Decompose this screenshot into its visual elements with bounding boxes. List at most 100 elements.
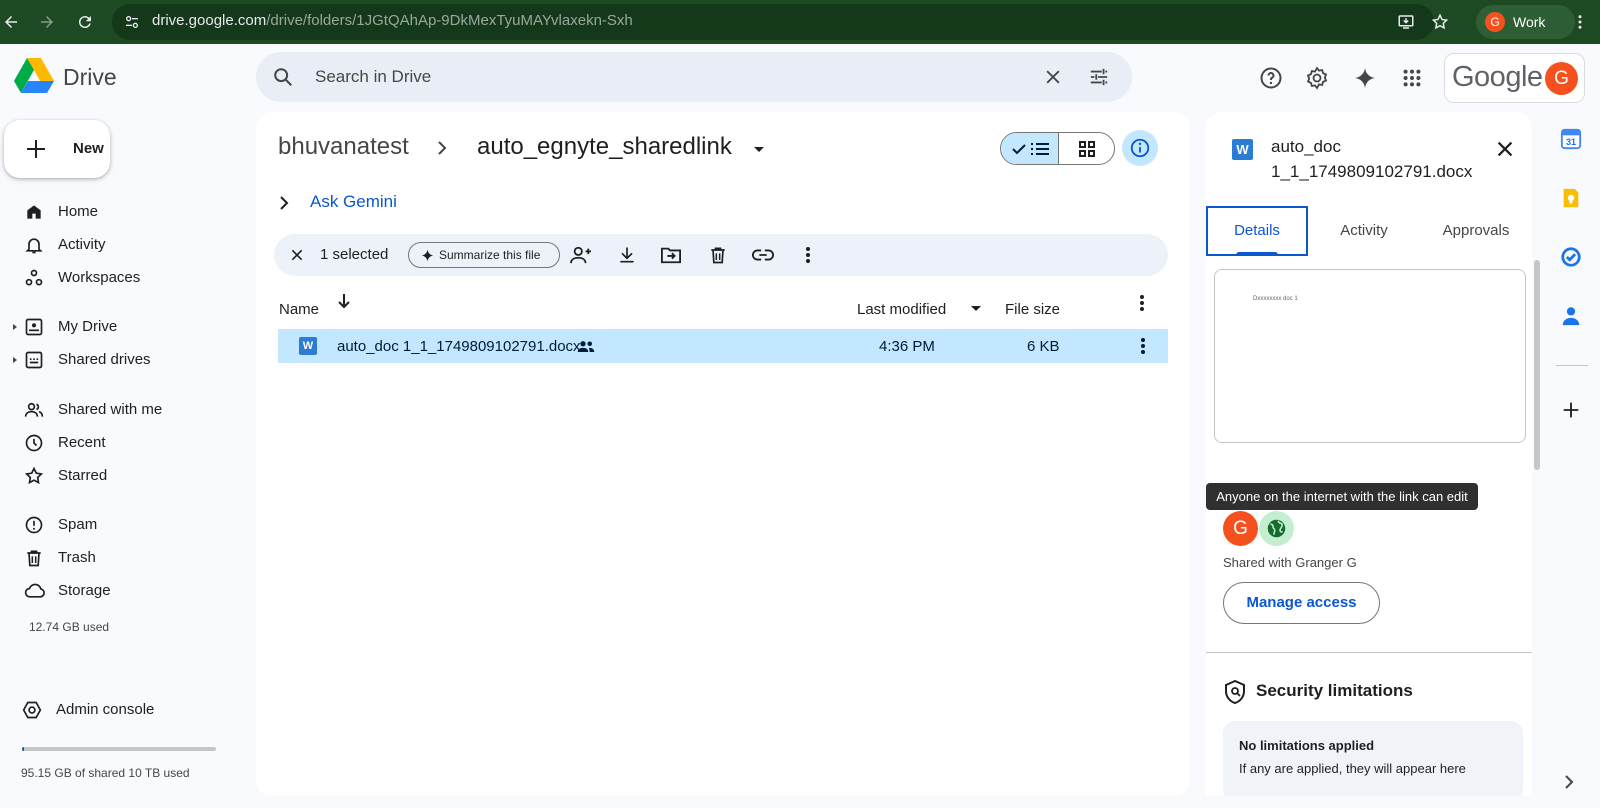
keep-icon[interactable] (1560, 187, 1584, 211)
details-scrollbar[interactable] (1534, 260, 1540, 470)
reload-icon[interactable] (72, 9, 98, 35)
clear-selection-icon[interactable] (286, 244, 308, 266)
forward-arrow-icon[interactable] (34, 9, 60, 35)
copy-link-icon[interactable] (752, 244, 774, 266)
close-details-icon[interactable] (1494, 138, 1516, 160)
sidebar-item-label: Shared with me (58, 401, 163, 418)
sidebar-item-label: Home (58, 203, 99, 220)
site-settings-icon[interactable] (119, 9, 145, 35)
shared-drives-icon (24, 350, 44, 370)
grid-view-icon (1079, 141, 1095, 157)
anyone-with-link-globe-icon[interactable] (1259, 511, 1294, 546)
file-size: 6 KB (1027, 338, 1060, 355)
sidebar-item-shared-with-me[interactable]: Shared with me (0, 394, 250, 426)
new-button-label: New (73, 140, 104, 157)
shared-storage-text: 95.15 GB of shared 10 TB used (21, 766, 190, 780)
expand-caret-icon[interactable] (13, 357, 17, 363)
sidebar-item-label: Storage (58, 582, 111, 599)
install-app-icon[interactable] (1393, 9, 1419, 35)
gemini-sparkle-icon[interactable] (1345, 58, 1385, 98)
share-add-person-icon[interactable] (570, 244, 592, 266)
sidebar-item-label: Admin console (56, 701, 155, 718)
sidebar-item-recent[interactable]: Recent (0, 427, 250, 459)
sidebar-item-workspaces[interactable]: Workspaces (0, 262, 250, 294)
sort-dropdown-icon[interactable] (971, 306, 981, 311)
column-header-name[interactable]: Name (279, 301, 319, 318)
active-tab-indicator (1236, 252, 1278, 255)
bookmark-star-icon[interactable] (1427, 9, 1453, 35)
sidebar-item-trash[interactable]: Trash (0, 542, 250, 574)
home-icon (24, 202, 44, 222)
shared-user-avatar[interactable]: G (1223, 511, 1258, 546)
column-options-icon[interactable] (1139, 294, 1145, 312)
apps-grid-icon[interactable] (1392, 58, 1432, 98)
contacts-icon[interactable] (1560, 305, 1584, 329)
calendar-icon[interactable]: 31 (1560, 128, 1584, 152)
tasks-icon[interactable] (1560, 246, 1584, 270)
show-side-panel-chevron-icon[interactable] (1560, 772, 1584, 796)
expand-chevron-icon (280, 196, 289, 210)
file-preview[interactable]: Dxxxxxxxx doc 1 (1214, 269, 1526, 443)
add-addon-plus-icon[interactable] (1560, 399, 1584, 423)
sidebar-item-storage[interactable]: Storage (0, 575, 250, 607)
admin-console-icon (22, 700, 42, 720)
search-options-icon[interactable] (1088, 67, 1110, 87)
google-account-chip[interactable]: Google G (1444, 53, 1585, 103)
download-icon[interactable] (616, 244, 638, 266)
breadcrumb-chevron-icon (436, 140, 448, 156)
tab-approvals[interactable]: Approvals (1424, 206, 1528, 256)
spam-icon (24, 515, 44, 535)
file-row[interactable]: W auto_doc 1_1_1749809102791.docx 4:36 P… (278, 329, 1168, 363)
grid-view-button[interactable] (1059, 133, 1114, 164)
details-title-line-2: 1_1_1749809102791.docx (1271, 162, 1473, 181)
browser-menu-icon[interactable] (1567, 9, 1593, 35)
breadcrumb-current[interactable]: auto_egnyte_sharedlink (477, 133, 732, 161)
search-icon[interactable] (272, 66, 294, 88)
sidebar-item-home[interactable]: Home (0, 196, 250, 228)
more-actions-icon[interactable] (797, 244, 819, 266)
tab-details[interactable]: Details (1206, 206, 1308, 256)
details-panel: W auto_doc 1_1_1749809102791.docx Detail… (1206, 112, 1532, 796)
search-bar[interactable]: Search in Drive (256, 52, 1132, 102)
sidebar-item-my-drive[interactable]: My Drive (0, 311, 250, 343)
expand-caret-icon[interactable] (13, 324, 17, 330)
cloud-icon (24, 581, 45, 601)
sidebar-item-spam[interactable]: Spam (0, 509, 250, 541)
sort-arrow-down-icon[interactable] (336, 292, 352, 310)
back-arrow-icon[interactable] (0, 9, 24, 35)
settings-gear-icon[interactable] (1297, 58, 1337, 98)
shared-with-text: Shared with Granger G (1223, 555, 1357, 570)
summarize-file-button[interactable]: Summarize this file (408, 242, 560, 268)
move-to-folder-icon[interactable] (660, 244, 682, 266)
security-box-text: If any are applied, they will appear her… (1239, 761, 1466, 776)
browser-profile-chip[interactable]: G Work (1476, 5, 1575, 39)
summarize-label: Summarize this file (439, 248, 541, 262)
sidebar-item-activity[interactable]: Activity (0, 229, 250, 261)
help-icon[interactable] (1251, 58, 1291, 98)
tab-activity[interactable]: Activity (1314, 206, 1414, 256)
security-box-title: No limitations applied (1239, 738, 1375, 753)
clear-search-icon[interactable] (1043, 67, 1063, 87)
drive-logo-icon[interactable] (14, 58, 54, 94)
list-view-button[interactable] (1001, 133, 1059, 164)
details-divider (1206, 652, 1532, 653)
folder-dropdown-icon[interactable] (754, 147, 764, 152)
new-button[interactable]: New (4, 120, 110, 178)
selection-count: 1 selected (320, 246, 389, 263)
column-header-last-modified[interactable]: Last modified (857, 301, 946, 318)
security-limitations-box: No limitations applied If any are applie… (1223, 721, 1523, 796)
app-name[interactable]: Drive (63, 64, 117, 91)
breadcrumb-root[interactable]: bhuvanatest (278, 133, 409, 161)
account-avatar[interactable]: G (1545, 62, 1578, 95)
manage-access-button[interactable]: Manage access (1223, 582, 1380, 624)
sidebar-item-shared-drives[interactable]: Shared drives (0, 344, 250, 376)
sidebar-item-starred[interactable]: Starred (0, 460, 250, 492)
sidebar-item-admin-console[interactable]: Admin console (0, 694, 250, 726)
row-more-icon[interactable] (1140, 337, 1146, 355)
search-input[interactable]: Search in Drive (315, 67, 431, 87)
profile-label: Work (1513, 14, 1546, 30)
delete-trash-icon[interactable] (707, 244, 729, 266)
details-info-button[interactable] (1122, 130, 1158, 166)
clock-icon (24, 433, 44, 453)
column-header-file-size[interactable]: File size (1005, 301, 1060, 318)
